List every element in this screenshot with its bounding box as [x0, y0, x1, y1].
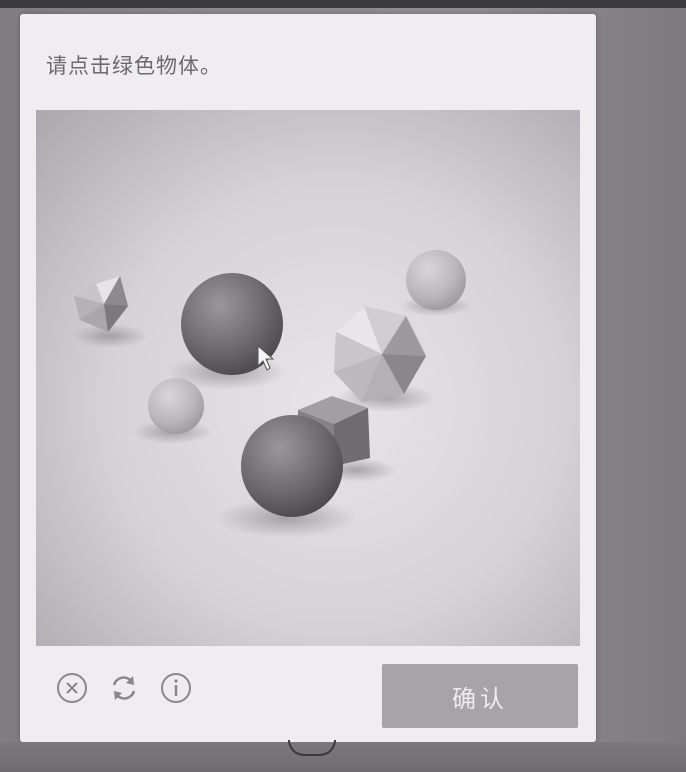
close-circle-icon[interactable]: [54, 670, 90, 706]
info-icon[interactable]: [158, 670, 194, 706]
large-sphere-object-top[interactable]: [181, 273, 283, 375]
small-sphere-object[interactable]: [148, 378, 204, 434]
medium-sphere-object[interactable]: [406, 250, 466, 310]
captcha-dialog: 请点击绿色物体。 确认: [20, 14, 596, 742]
captcha-prompt: 请点击绿色物体。: [46, 54, 222, 78]
background-top-edge: [0, 0, 686, 8]
background-bottom: [0, 742, 686, 772]
captcha-controls: [54, 668, 194, 708]
captcha-image[interactable]: [36, 110, 580, 646]
scene-background: [36, 110, 580, 646]
captcha-scene[interactable]: [36, 110, 580, 646]
refresh-icon[interactable]: [106, 670, 142, 706]
confirm-button[interactable]: 确认: [382, 664, 578, 728]
large-sphere-object-front[interactable]: [241, 415, 343, 517]
